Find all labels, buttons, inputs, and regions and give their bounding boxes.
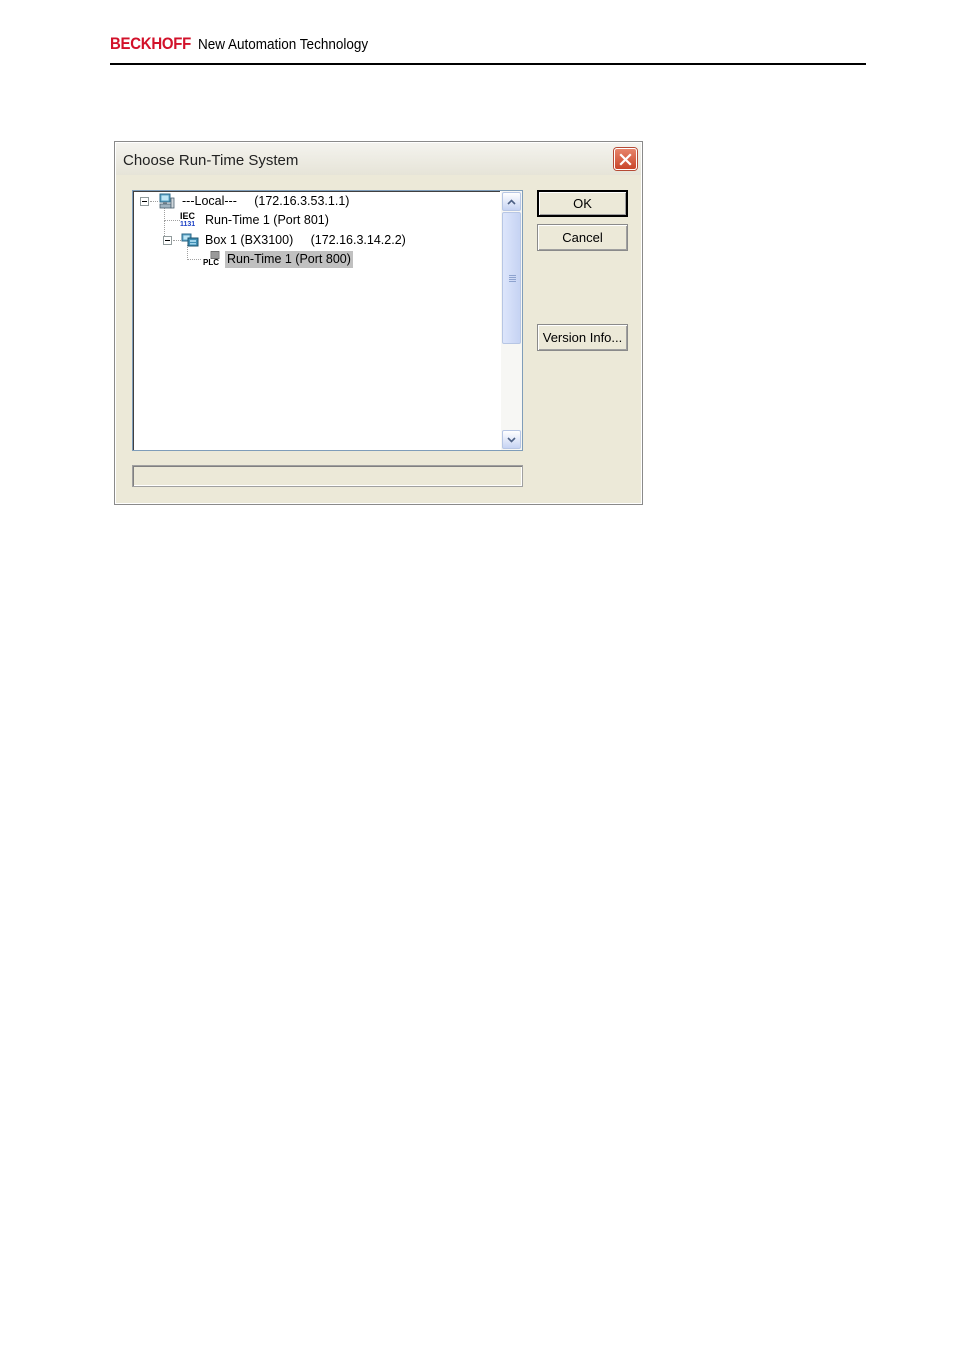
tree-connector: [187, 259, 201, 260]
choose-runtime-dialog: Choose Run-Time System ---Local--- (172.…: [114, 141, 643, 505]
page-header: BECKHOFF New Automation Technology: [110, 32, 866, 65]
brand-logo: BECKHOFF: [110, 34, 192, 53]
chevron-down-icon: [507, 436, 516, 443]
runtime-tree[interactable]: ---Local--- (172.16.3.53.1.1) IEC 1131 R…: [132, 190, 523, 451]
iec-1131-icon: IEC 1131: [180, 211, 196, 229]
tree-scrollbar[interactable]: [500, 191, 522, 450]
version-info-button[interactable]: Version Info...: [537, 324, 628, 351]
network-box-icon: [181, 233, 199, 247]
scroll-up-button[interactable]: [502, 192, 521, 211]
tree-node-label[interactable]: Box 1 (BX3100) (172.16.3.14.2.2): [203, 232, 408, 249]
chevron-up-icon: [507, 198, 516, 205]
tree-content: ---Local--- (172.16.3.53.1.1) IEC 1131 R…: [133, 191, 501, 450]
dialog-titlebar[interactable]: Choose Run-Time System: [116, 143, 641, 175]
brand-tagline: New Automation Technology: [198, 36, 369, 53]
ok-button[interactable]: OK: [537, 190, 628, 217]
plc-icon: PLC: [203, 251, 221, 268]
tree-node-label[interactable]: Run-Time 1 (Port 801): [203, 212, 331, 229]
tree-node-label-selected[interactable]: Run-Time 1 (Port 800): [225, 251, 353, 268]
cancel-button[interactable]: Cancel: [537, 224, 628, 251]
close-button[interactable]: [614, 148, 637, 170]
collapse-toggle[interactable]: [140, 197, 149, 206]
tree-connector: [173, 240, 181, 241]
tree-connector: [164, 220, 180, 221]
scroll-down-button[interactable]: [502, 430, 521, 449]
status-field: [132, 465, 523, 487]
tree-connector: [150, 201, 158, 202]
collapse-toggle[interactable]: [163, 236, 172, 245]
scroll-thumb[interactable]: [502, 212, 521, 344]
tree-node-label[interactable]: ---Local--- (172.16.3.53.1.1): [180, 193, 351, 210]
close-icon: [619, 152, 632, 166]
computer-icon: [159, 193, 175, 209]
dialog-title: Choose Run-Time System: [123, 152, 299, 169]
